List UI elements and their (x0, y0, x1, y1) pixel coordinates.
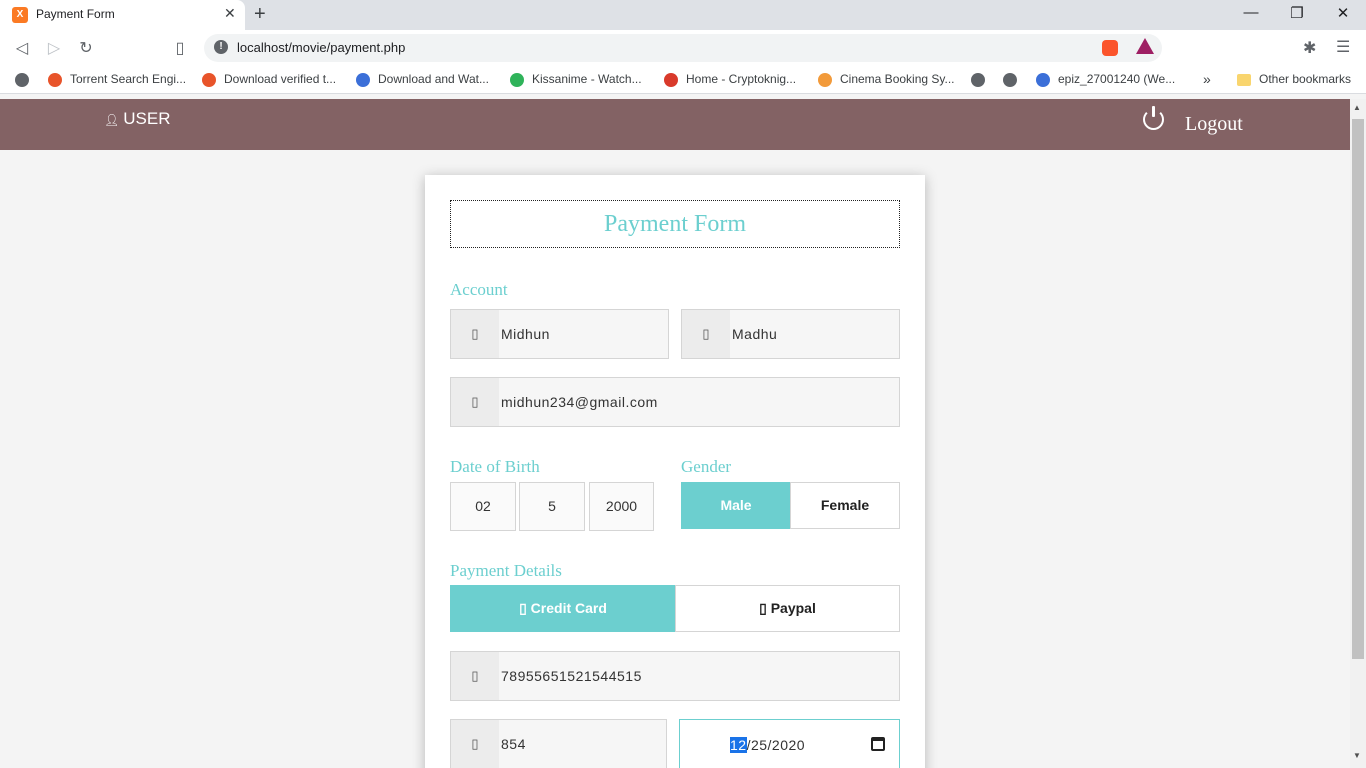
brave-shields-icon[interactable] (1102, 40, 1118, 56)
card-field-icon: ▯ (451, 652, 499, 700)
bookmark-favicon-icon (48, 72, 62, 87)
bookmark-item[interactable]: Kissanime - Watch... (510, 72, 642, 87)
paypal-label: Paypal (770, 600, 816, 616)
cvv-field[interactable]: ▯ 854 (450, 719, 667, 768)
first-name-field[interactable]: ▯ Midhun (450, 309, 669, 359)
back-icon[interactable]: ◁ (12, 38, 32, 58)
bookmark-item[interactable]: Cinema Booking Sy... (818, 72, 955, 87)
last-name-field[interactable]: ▯ Madhu (681, 309, 900, 359)
browser-menu-icon[interactable]: ☰ (1336, 37, 1350, 57)
browser-tab[interactable]: X Payment Form ✕ (0, 0, 245, 30)
expiry-date-input[interactable]: 12/25/2020 (679, 719, 900, 768)
email-field[interactable]: ▯ midhun234@gmail.com (450, 377, 900, 427)
user-link[interactable]: 👤︎ USER (104, 109, 170, 129)
page-scrollbar[interactable]: ▲ ▼ (1350, 99, 1366, 768)
lock-field-icon: ▯ (451, 720, 499, 768)
other-bookmarks-label: Other bookmarks (1259, 72, 1352, 86)
bookmark-item[interactable]: Download verified t... (202, 72, 336, 87)
expiry-date-value: 12/25/2020 (730, 737, 805, 753)
bookmark-item[interactable]: Torrent Search Engi... (48, 72, 186, 87)
bookmark-item[interactable]: Home - Cryptoknig... (664, 72, 796, 87)
payment-form-card: Payment Form Account ▯ Midhun ▯ Madhu ▯ … (425, 175, 925, 768)
calendar-icon[interactable] (871, 737, 885, 751)
gender-male-button[interactable]: Male (681, 482, 791, 529)
bookmark-label: Cinema Booking Sy... (840, 72, 955, 86)
maximize-icon[interactable]: ❐ (1287, 4, 1307, 22)
last-name-value: Madhu (732, 326, 778, 342)
xampp-favicon-icon: X (12, 7, 28, 23)
brave-rewards-icon[interactable] (1136, 38, 1154, 54)
bookmark-item[interactable]: Download and Wat... (356, 72, 489, 87)
paypal-button[interactable]: ▯ Paypal (675, 585, 900, 632)
credit-card-icon: ▯ (519, 600, 531, 616)
payment-details-label: Payment Details (450, 561, 562, 580)
first-name-value: Midhun (501, 326, 550, 342)
bookmark-favicon-icon (818, 72, 832, 87)
globe-icon[interactable] (15, 73, 29, 87)
dob-year-field[interactable]: 2000 (589, 482, 654, 531)
site-navbar: 👤︎ USER Logout (0, 99, 1350, 150)
other-bookmarks[interactable]: Other bookmarks (1237, 72, 1351, 86)
page-content: 👤︎ USER Logout Payment Form Account ▯ Mid… (0, 99, 1350, 768)
email-value: midhun234@gmail.com (501, 394, 658, 410)
expiry-month-segment[interactable]: 12 (730, 737, 747, 753)
browser-tab-bar: X Payment Form ✕ + — ❐ ✕ (0, 0, 1366, 30)
credit-card-button[interactable]: ▯ Credit Card (450, 585, 676, 632)
expiry-rest-segment[interactable]: /25/2020 (747, 737, 806, 753)
bookmark-label: epiz_27001240 (We... (1058, 72, 1176, 86)
bookmarks-bar: Torrent Search Engi... Download verified… (0, 66, 1366, 94)
address-bar[interactable]: ! localhost/movie/payment.php (204, 34, 1162, 62)
dob-month-field[interactable]: 5 (519, 482, 585, 531)
form-title: Payment Form (450, 200, 900, 248)
bookmark-favicon-icon (664, 72, 678, 87)
paypal-icon: ▯ (759, 600, 771, 616)
user-field-icon: ▯ (451, 310, 499, 358)
bookmark-label: Kissanime - Watch... (532, 72, 642, 86)
scroll-up-icon[interactable]: ▲ (1353, 103, 1361, 112)
new-tab-icon[interactable]: + (254, 3, 266, 26)
user-field-icon: ▯ (682, 310, 730, 358)
account-label: Account (450, 280, 508, 299)
reload-icon[interactable]: ↻ (76, 38, 96, 58)
card-number-field[interactable]: ▯ 78955651521544515 (450, 651, 900, 701)
dob-day-field[interactable]: 02 (450, 482, 516, 531)
globe-icon[interactable] (971, 73, 985, 87)
browser-toolbar: ◁ ▷ ↻ ▯ ! localhost/movie/payment.php ✱ … (0, 30, 1366, 66)
forward-icon[interactable]: ▷ (44, 38, 64, 58)
bookmark-favicon-icon (1036, 72, 1050, 87)
minimize-icon[interactable]: — (1241, 4, 1261, 21)
bookmark-favicon-icon (356, 72, 370, 87)
bookmark-label: Download verified t... (224, 72, 337, 86)
bookmark-favicon-icon (202, 72, 216, 87)
tab-close-icon[interactable]: ✕ (224, 5, 236, 22)
more-bookmarks-icon[interactable]: » (1203, 71, 1211, 87)
card-number-value: 78955651521544515 (501, 668, 642, 684)
credit-card-label: Credit Card (530, 600, 607, 616)
bookmark-favicon-icon (510, 72, 524, 87)
site-info-icon[interactable]: ! (214, 40, 228, 54)
scroll-down-icon[interactable]: ▼ (1353, 751, 1361, 760)
user-label: USER (123, 109, 171, 128)
cvv-value: 854 (501, 736, 526, 752)
email-field-icon: ▯ (451, 378, 499, 426)
user-icon: 👤︎ (104, 113, 120, 127)
folder-icon (1237, 73, 1251, 86)
gender-label: Gender (681, 457, 732, 476)
gender-female-button[interactable]: Female (790, 482, 900, 529)
bookmark-label: Home - Cryptoknig... (686, 72, 797, 86)
tab-title: Payment Form (36, 7, 115, 21)
bookmark-item[interactable]: epiz_27001240 (We... (1036, 72, 1175, 87)
scroll-thumb[interactable] (1352, 119, 1364, 659)
url-text: localhost/movie/payment.php (237, 40, 406, 55)
bookmark-icon[interactable]: ▯ (170, 38, 190, 58)
globe-icon[interactable] (1003, 73, 1017, 87)
logout-link[interactable]: Logout (1185, 113, 1243, 136)
bookmark-label: Download and Wat... (378, 72, 489, 86)
bookmark-label: Torrent Search Engi... (70, 72, 187, 86)
extensions-icon[interactable]: ✱ (1303, 38, 1316, 58)
power-icon[interactable] (1143, 106, 1164, 130)
window-close-icon[interactable]: ✕ (1333, 4, 1353, 22)
dob-label: Date of Birth (450, 457, 540, 476)
